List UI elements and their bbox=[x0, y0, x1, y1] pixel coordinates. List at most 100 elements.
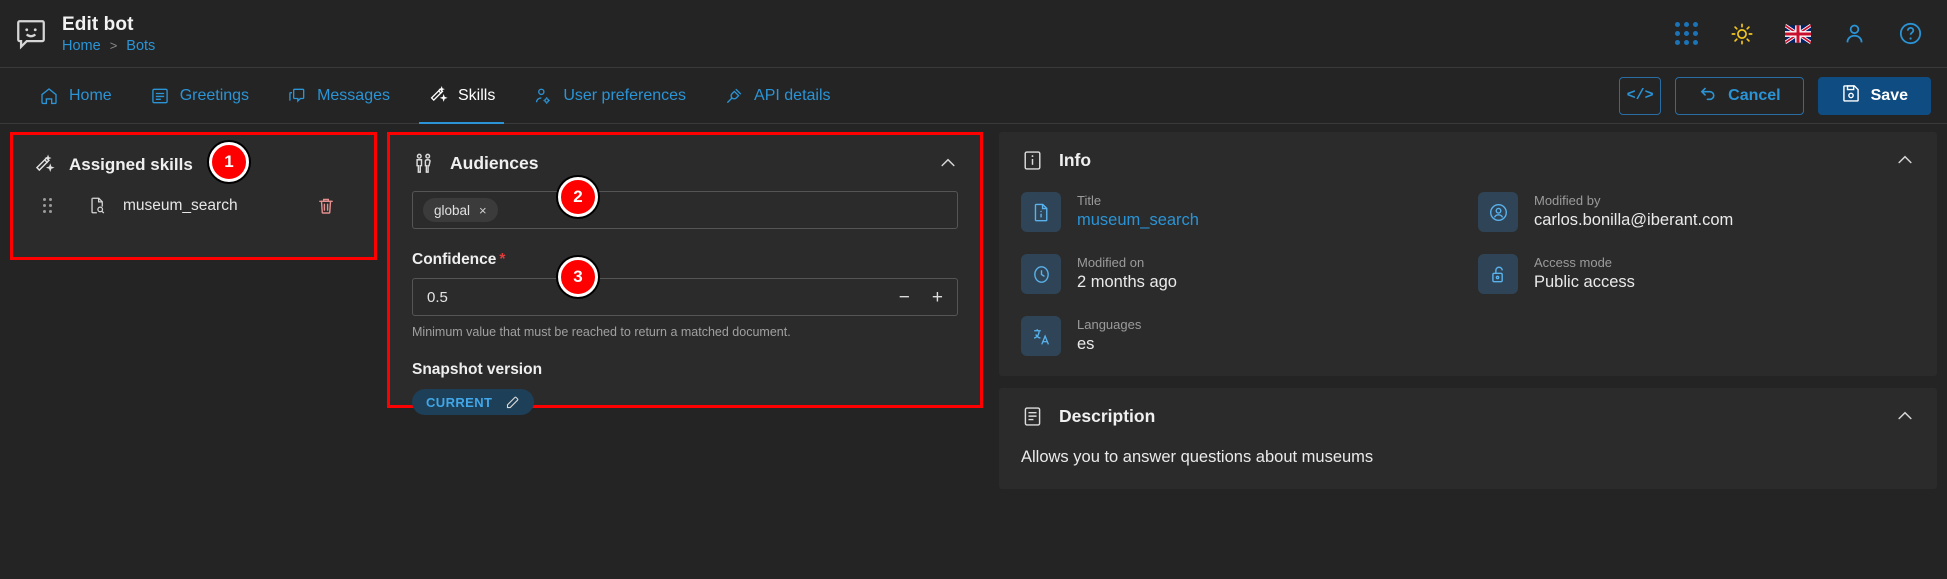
info-item-access-mode: Access mode Public access bbox=[1478, 254, 1915, 294]
tab-home[interactable]: Home bbox=[20, 68, 131, 124]
tab-greetings[interactable]: Greetings bbox=[131, 68, 268, 124]
info-key: Modified on bbox=[1077, 255, 1145, 270]
snapshot-current-badge[interactable]: CURRENT bbox=[412, 389, 535, 415]
save-button[interactable]: Save bbox=[1817, 76, 1931, 115]
chevron-up-icon[interactable] bbox=[1895, 150, 1915, 170]
info-value: carlos.bonilla@iberant.com bbox=[1534, 211, 1734, 229]
skill-list-item[interactable]: museum_search bbox=[13, 178, 374, 215]
info-text: Access mode Public access bbox=[1534, 254, 1635, 292]
description-panel: Description Allows you to answer questio… bbox=[999, 388, 1937, 489]
confidence-label-text: Confidence bbox=[412, 251, 497, 268]
nav-tab-list: Home Greetings Messages Skills User pref… bbox=[20, 68, 850, 124]
info-key: Modified by bbox=[1534, 193, 1601, 208]
info-key: Title bbox=[1077, 193, 1102, 208]
middle-column: Audiences global × Confidence * 0.5 − + … bbox=[387, 124, 983, 579]
chevron-up-icon[interactable] bbox=[1895, 406, 1915, 426]
confidence-helper-text: Minimum value that must be reached to re… bbox=[412, 325, 791, 339]
snapshot-version-label: Snapshot version bbox=[412, 361, 543, 378]
skill-name-label: museum_search bbox=[123, 196, 238, 214]
info-key: Access mode bbox=[1534, 255, 1613, 270]
chat-bubble-smiley-icon bbox=[14, 17, 48, 51]
info-text: Modified on 2 months ago bbox=[1077, 254, 1177, 292]
info-value[interactable]: museum_search bbox=[1077, 211, 1199, 230]
description-text: Allows you to answer questions about mus… bbox=[1021, 448, 1374, 466]
delete-skill-icon[interactable] bbox=[316, 196, 336, 216]
brand: Edit bot Home > Bots bbox=[14, 14, 155, 54]
info-header: Info bbox=[1021, 132, 1915, 188]
app-header: Edit bot Home > Bots bbox=[0, 0, 1947, 68]
breadcrumb: Home > Bots bbox=[62, 38, 155, 54]
drag-handle-icon[interactable] bbox=[43, 198, 52, 213]
user-settings-icon bbox=[533, 86, 553, 106]
right-column: Info Title museum_search Modified by car… bbox=[983, 124, 1947, 579]
apps-grid-icon[interactable] bbox=[1673, 21, 1699, 47]
description-title: Description bbox=[1059, 405, 1156, 426]
tab-skills[interactable]: Skills bbox=[409, 68, 514, 124]
document-lines-icon bbox=[150, 86, 170, 106]
breadcrumb-separator-icon: > bbox=[109, 38, 118, 53]
info-item-title: Title museum_search bbox=[1021, 192, 1458, 232]
info-text: Languages es bbox=[1077, 316, 1141, 354]
required-asterisk: * bbox=[499, 251, 506, 268]
audience-chip[interactable]: global × bbox=[423, 198, 498, 222]
user-account-icon[interactable] bbox=[1841, 21, 1867, 47]
info-text: Title museum_search bbox=[1077, 192, 1199, 230]
chat-message-icon bbox=[287, 86, 307, 106]
magic-wand-icon bbox=[428, 85, 448, 106]
info-box-icon bbox=[1021, 149, 1044, 172]
magic-wand-icon bbox=[33, 154, 55, 176]
info-item-languages: Languages es bbox=[1021, 316, 1458, 356]
undo-arrow-icon bbox=[1698, 83, 1718, 108]
snapshot-badge-label: CURRENT bbox=[426, 394, 493, 410]
code-view-button[interactable]: </> bbox=[1619, 76, 1662, 115]
tab-user-preferences[interactable]: User preferences bbox=[514, 68, 705, 124]
audiences-panel: Audiences global × Confidence * 0.5 − + … bbox=[387, 132, 983, 415]
breadcrumb-home[interactable]: Home bbox=[62, 38, 101, 54]
uk-flag-icon[interactable] bbox=[1785, 21, 1811, 47]
info-key: Languages bbox=[1077, 317, 1142, 332]
help-circle-icon[interactable] bbox=[1897, 21, 1923, 47]
info-value: Public access bbox=[1534, 273, 1635, 291]
audience-people-icon bbox=[412, 152, 435, 175]
info-item-modified-by: Modified by carlos.bonilla@iberant.com bbox=[1478, 192, 1915, 232]
tab-label: Greetings bbox=[179, 86, 250, 104]
cancel-button[interactable]: Cancel bbox=[1675, 76, 1804, 115]
edit-pencil-icon[interactable] bbox=[505, 395, 520, 410]
tab-messages[interactable]: Messages bbox=[268, 68, 409, 124]
increment-button[interactable]: + bbox=[932, 288, 943, 307]
annotation-badge-1: 1 bbox=[209, 142, 249, 182]
tab-label: Messages bbox=[317, 86, 390, 104]
tab-label: Skills bbox=[457, 86, 496, 104]
close-icon[interactable]: × bbox=[479, 203, 487, 218]
tab-label: Home bbox=[69, 86, 112, 104]
nav-action-group: </> Cancel Save bbox=[1619, 76, 1931, 115]
confidence-input[interactable]: 0.5 − + bbox=[412, 278, 958, 316]
info-item-modified-on: Modified on 2 months ago bbox=[1021, 254, 1458, 294]
sun-theme-icon[interactable] bbox=[1729, 21, 1755, 47]
tab-label: API details bbox=[754, 86, 831, 104]
breadcrumb-bots[interactable]: Bots bbox=[126, 38, 155, 54]
info-title: Info bbox=[1059, 149, 1092, 170]
user-circle-icon bbox=[1478, 192, 1518, 232]
api-plug-icon bbox=[724, 86, 744, 106]
assigned-skills-header: Assigned skills + bbox=[13, 135, 374, 178]
info-text: Modified by carlos.bonilla@iberant.com bbox=[1534, 192, 1733, 230]
document-info-icon bbox=[1021, 192, 1061, 232]
brand-text: Edit bot Home > Bots bbox=[62, 14, 155, 54]
audience-chip-label: global bbox=[434, 202, 471, 218]
info-value: es bbox=[1077, 335, 1095, 353]
document-search-icon bbox=[88, 196, 107, 215]
tab-label: User preferences bbox=[563, 86, 687, 104]
header-icon-group bbox=[1673, 21, 1923, 47]
code-brackets-icon: </> bbox=[1626, 87, 1654, 104]
tab-api-details[interactable]: API details bbox=[705, 68, 849, 124]
assigned-skills-title: Assigned skills bbox=[69, 155, 193, 174]
info-panel: Info Title museum_search Modified by car… bbox=[999, 132, 1937, 376]
cancel-button-label: Cancel bbox=[1728, 86, 1781, 104]
left-column: Assigned skills + museum_se bbox=[0, 124, 387, 579]
audiences-chip-input[interactable]: global × bbox=[412, 191, 958, 229]
confidence-value: 0.5 bbox=[427, 288, 448, 306]
main-navbar: Home Greetings Messages Skills User pref… bbox=[0, 68, 1947, 124]
decrement-button[interactable]: − bbox=[899, 288, 910, 307]
chevron-up-icon[interactable] bbox=[938, 153, 958, 173]
